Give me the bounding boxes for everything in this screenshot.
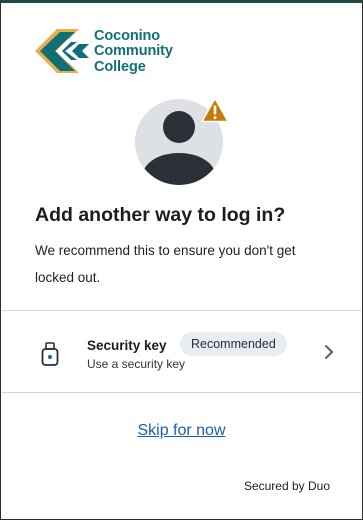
page-description: We recommend this to ensure you don't ge… (35, 243, 296, 285)
avatar-with-warning (135, 97, 231, 185)
option-security-key[interactable]: Security key Recommended Use a security … (2, 312, 361, 392)
college-logo-mark-icon (35, 29, 89, 73)
college-name: Coconino Community College (94, 27, 173, 76)
chevron-right-icon (325, 345, 333, 359)
college-name-line-2: Community (94, 43, 173, 60)
recommended-badge: Recommended (180, 332, 287, 356)
divider-top (2, 310, 361, 311)
security-key-icon (41, 342, 59, 366)
option-subtitle: Use a security key (87, 357, 186, 371)
page-title: Add another way to log in? (35, 204, 286, 226)
college-logo: Coconino Community College (35, 26, 185, 78)
option-title: Security key (87, 338, 167, 353)
duo-prompt-window: Coconino Community College Add another w… (0, 0, 363, 520)
college-name-line-1: Coconino (94, 27, 161, 44)
skip-link-container: Skip for now (1, 422, 362, 440)
skip-for-now-link[interactable]: Skip for now (137, 422, 225, 439)
secured-by-duo: Secured by Duo (243, 479, 330, 493)
warning-triangle-icon (201, 97, 229, 123)
divider-bottom (2, 392, 361, 393)
college-name-line-3: College (94, 58, 146, 75)
